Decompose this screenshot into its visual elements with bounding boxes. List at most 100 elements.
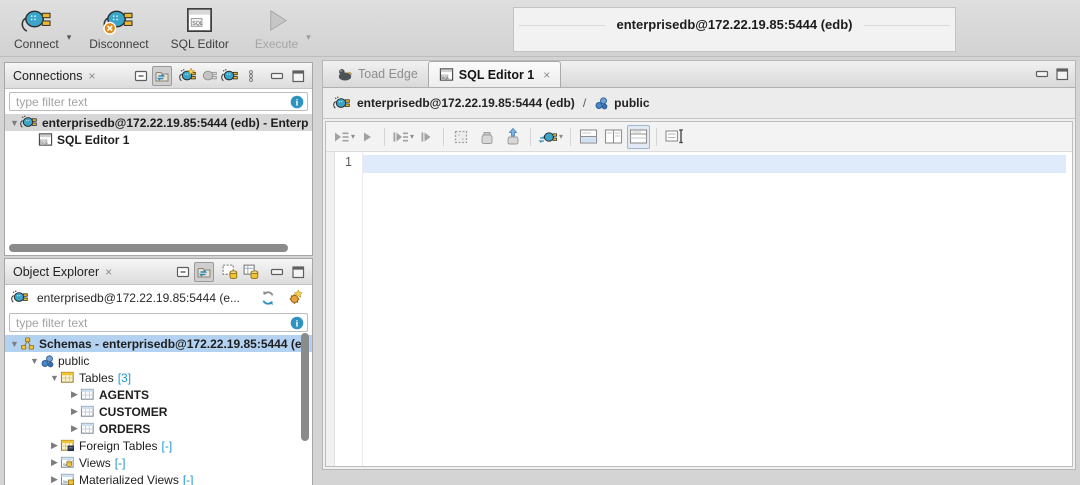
breadcrumb-schema[interactable]: public [614, 96, 649, 110]
disconnect-selected-button[interactable] [199, 66, 219, 86]
collapse-all-icon [133, 68, 149, 84]
oe-filter-input[interactable] [10, 315, 307, 332]
connect-button[interactable]: Connect [8, 4, 65, 53]
gray-plug-icon [200, 68, 218, 84]
oe-vertical-scrollbar[interactable] [300, 333, 310, 483]
oe-collapse-all-button[interactable] [173, 262, 193, 282]
materialized-views-icon [60, 472, 75, 485]
connection-icon [20, 115, 38, 130]
link-with-editor-icon [196, 264, 212, 280]
vscroll-thumb[interactable] [301, 333, 309, 441]
table-icon [80, 421, 95, 436]
text-editor-mode-button[interactable] [663, 125, 685, 149]
sql-editor-button[interactable]: SQL Editor [165, 4, 235, 53]
minimize-panel-button[interactable] [267, 66, 287, 86]
sql-editor-doc-icon [38, 132, 53, 147]
tables-folder-icon [60, 370, 75, 385]
twistie-collapsed-icon[interactable]: ▶ [49, 474, 60, 485]
layout-horizontal-split-button[interactable] [577, 125, 599, 149]
filter-info-icon[interactable] [290, 95, 304, 109]
oe-minimize-panel-button[interactable] [267, 262, 287, 282]
execute-statement-button[interactable] [356, 125, 378, 149]
connect-dropdown-icon[interactable]: ▾ [67, 32, 72, 43]
execute-all-icon [333, 128, 350, 146]
oe-connection-label[interactable]: enterprisedb@172.22.19.85:5444 (e... [37, 291, 257, 305]
tab-close-icon[interactable]: × [543, 68, 550, 82]
connections-tree: ▼ enterprisedb@172.22.19.85:5444 (edb) -… [5, 114, 312, 148]
object-explorer-tab[interactable]: Object Explorer [13, 265, 99, 279]
connections-tab-close-icon[interactable]: × [89, 69, 96, 83]
new-connection-button[interactable] [178, 66, 198, 86]
execute-button[interactable]: Execute [249, 4, 304, 53]
show-object-counts-button[interactable] [241, 262, 261, 282]
oe-maximize-panel-button[interactable] [288, 262, 308, 282]
tables-tree-row[interactable]: ▼ Tables [3] [5, 369, 312, 386]
view-menu-button[interactable] [241, 66, 261, 86]
schemas-tree-row[interactable]: ▼ Schemas - enterprisedb@172.22.19.85:54… [5, 335, 312, 352]
table-customer-tree-row[interactable]: ▶ CUSTOMER [5, 403, 312, 420]
twistie-collapsed-icon[interactable]: ▶ [69, 389, 80, 400]
commit-button[interactable] [476, 125, 498, 149]
connections-tab[interactable]: Connections [13, 69, 83, 83]
breadcrumb-schema-icon [594, 96, 608, 110]
link-with-editor-button[interactable] [152, 66, 172, 86]
sql-window-icon [185, 6, 214, 35]
tab-sql-editor-1[interactable]: SQL Editor 1 × [428, 61, 562, 87]
execute-all-statements-button[interactable]: ▾ [332, 125, 356, 149]
tab-toad-edge[interactable]: Toad Edge [327, 61, 428, 87]
breadcrumb: enterprisedb@172.22.19.85:5444 (edb) / p… [322, 88, 1076, 118]
connect-selected-button[interactable] [220, 66, 240, 86]
oe-connection-settings-button[interactable] [286, 288, 306, 308]
oe-filter-info-icon[interactable] [290, 316, 304, 330]
materialized-views-tree-row[interactable]: ▶ Materialized Views [-] [5, 471, 312, 485]
table-orders-tree-row[interactable]: ▶ ORDERS [5, 420, 312, 437]
change-connection-button[interactable]: ▾ [537, 125, 564, 149]
twistie-expanded-icon[interactable]: ▼ [9, 339, 20, 349]
twistie-expanded-icon[interactable]: ▼ [49, 373, 60, 383]
layout-editor-only-button[interactable] [627, 125, 650, 149]
show-system-objects-button[interactable] [220, 262, 240, 282]
sql-code-editor[interactable]: 1 [326, 152, 1072, 466]
schema-public-tree-row[interactable]: ▼ public [5, 352, 312, 369]
views-tree-row[interactable]: ▶ Views [-] [5, 454, 312, 471]
minimize-editor-icon[interactable] [1035, 67, 1049, 81]
change-connection-dropdown-icon[interactable]: ▾ [559, 132, 563, 141]
step-execute-button[interactable] [415, 125, 437, 149]
object-explorer-tab-close-icon[interactable]: × [105, 265, 112, 279]
sql-editor-row-label: SQL Editor 1 [57, 133, 129, 147]
execute-from-cursor-dropdown-icon[interactable]: ▾ [410, 132, 414, 141]
toad-icon [337, 66, 353, 82]
rollback-button[interactable] [502, 125, 524, 149]
code-text-area[interactable] [363, 152, 1072, 466]
connect-plug-icon [20, 6, 53, 35]
active-connection-title: enterprisedb@172.22.19.85:5444 (edb) [617, 17, 853, 32]
twistie-expanded-icon[interactable]: ▼ [29, 356, 40, 366]
oe-refresh-button[interactable] [258, 288, 278, 308]
twistie-collapsed-icon[interactable]: ▶ [49, 440, 60, 451]
connections-filter-input[interactable] [10, 94, 307, 111]
execute-from-cursor-button[interactable]: ▾ [391, 125, 415, 149]
twistie-collapsed-icon[interactable]: ▶ [69, 406, 80, 417]
breadcrumb-connection[interactable]: enterprisedb@172.22.19.85:5444 (edb) [357, 96, 575, 110]
connection-tree-row[interactable]: ▼ enterprisedb@172.22.19.85:5444 (edb) -… [5, 114, 312, 131]
collapse-all-button[interactable] [131, 66, 151, 86]
maximize-panel-button[interactable] [288, 66, 308, 86]
twistie-collapsed-icon[interactable]: ▶ [69, 423, 80, 434]
execute-all-dropdown-icon[interactable]: ▾ [351, 132, 355, 141]
execute-dropdown-icon[interactable]: ▾ [306, 32, 311, 43]
layout-vertical-split-button[interactable] [602, 125, 624, 149]
connections-horizontal-scrollbar[interactable] [7, 243, 310, 253]
disconnect-button[interactable]: Disconnect [83, 4, 154, 53]
execute-label: Execute [255, 37, 298, 51]
sql-editor-tree-row[interactable]: SQL Editor 1 [5, 131, 312, 148]
connection-row-label: enterprisedb@172.22.19.85:5444 (edb) - E… [42, 116, 308, 130]
twistie-expanded-icon[interactable]: ▼ [9, 118, 20, 128]
table-agents-tree-row[interactable]: ▶ AGENTS [5, 386, 312, 403]
explain-plan-button[interactable] [450, 125, 472, 149]
hscroll-thumb[interactable] [9, 244, 288, 252]
oe-link-with-editor-button[interactable] [194, 262, 214, 282]
foreign-tables-tree-row[interactable]: ▶ Foreign Tables [-] [5, 437, 312, 454]
twistie-collapsed-icon[interactable]: ▶ [49, 457, 60, 468]
maximize-editor-icon[interactable] [1055, 67, 1069, 81]
sql-editor-label: SQL Editor [171, 37, 229, 51]
